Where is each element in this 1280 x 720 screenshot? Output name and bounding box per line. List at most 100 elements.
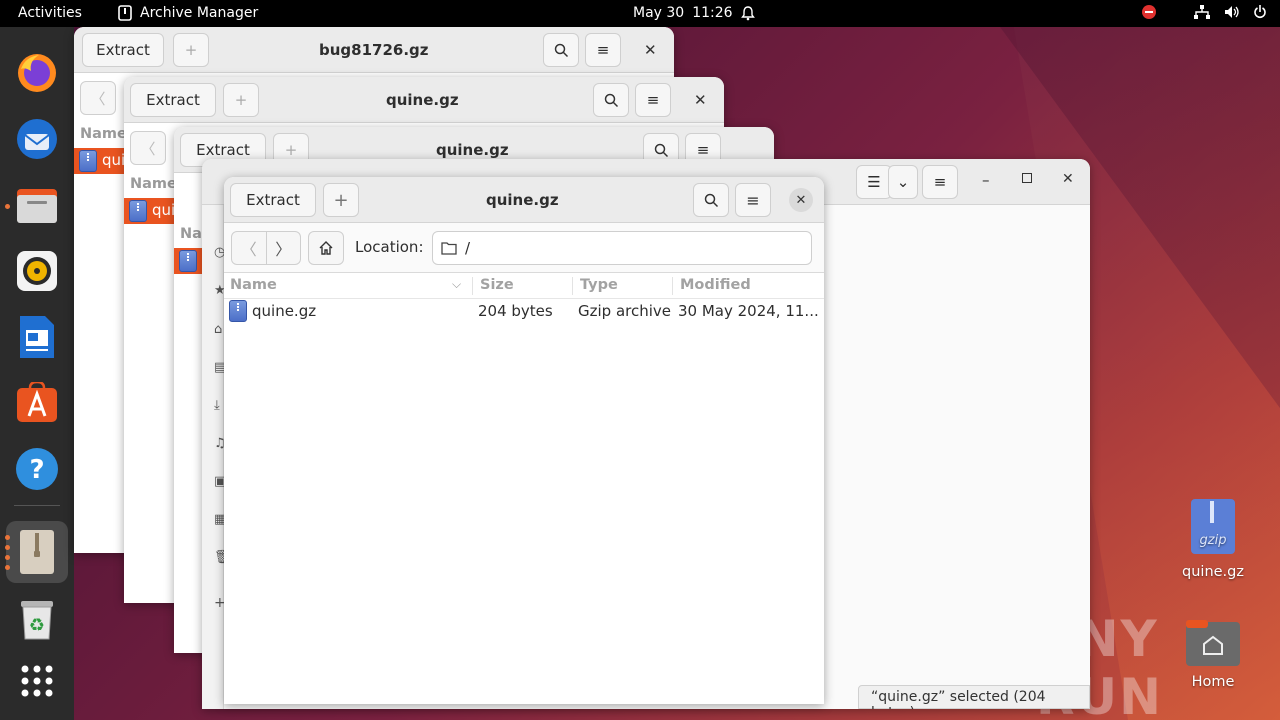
search-icon [704, 193, 718, 207]
row-name: qui [102, 151, 126, 169]
activities-button[interactable]: Activities [18, 5, 82, 21]
close-button[interactable]: ✕ [644, 41, 657, 59]
gzip-file-icon [79, 150, 97, 172]
back-button[interactable]: 〈 [232, 232, 266, 264]
menu-button[interactable]: ≡ [735, 183, 771, 217]
add-button[interactable]: + [223, 83, 259, 117]
row-name: qui [152, 201, 176, 219]
back-button[interactable]: 〈 [80, 81, 116, 115]
search-icon [654, 143, 668, 157]
home-icon [319, 241, 333, 255]
app-menu[interactable]: Archive Manager [118, 5, 258, 21]
maximize-button[interactable] [1022, 173, 1032, 183]
folder-icon [441, 242, 457, 255]
column-name[interactable]: Name [230, 277, 277, 293]
back-button[interactable]: 〈 [130, 131, 166, 165]
rhythmbox-icon[interactable] [13, 247, 61, 295]
clock-date: May 30 [633, 5, 685, 21]
desktop-icon-quine[interactable]: gzip quine.gz [1172, 498, 1254, 580]
column-name[interactable]: Name [80, 126, 127, 142]
clock[interactable]: May 30 11:26 [633, 5, 755, 21]
dock: ? ♻ [0, 27, 74, 720]
extract-button[interactable]: Extract [130, 83, 216, 117]
running-indicator [5, 535, 10, 540]
thunderbird-icon[interactable] [13, 115, 61, 163]
sort-chevron-down-icon[interactable]: ⌵ [452, 277, 461, 292]
search-button[interactable] [543, 33, 579, 67]
header-bar: Extract + quine.gz ≡ ✕ [124, 77, 724, 123]
location-path: / [465, 239, 471, 257]
writer-icon[interactable] [13, 313, 61, 361]
files-icon[interactable] [13, 181, 61, 229]
power-icon[interactable] [1254, 4, 1266, 20]
extract-button[interactable]: Extract [82, 33, 164, 67]
column-name[interactable]: Name [130, 176, 177, 192]
close-button[interactable]: ✕ [789, 188, 813, 212]
network-icon[interactable] [1194, 5, 1210, 19]
gzip-file-icon [229, 300, 247, 322]
recording-icon[interactable] [1142, 5, 1156, 19]
close-button[interactable]: ✕ [694, 91, 707, 109]
home-button[interactable] [308, 231, 344, 265]
add-files-button[interactable]: + [323, 183, 359, 217]
gzip-file-icon: gzip [1191, 499, 1235, 554]
header-bar: Extract + bug81726.gz ≡ ✕ [74, 27, 674, 73]
minimize-button[interactable]: – [982, 171, 990, 189]
system-tray[interactable] [1142, 4, 1266, 20]
menu-button[interactable]: ≡ [585, 33, 621, 67]
running-indicator [5, 555, 10, 560]
help-icon[interactable]: ? [13, 445, 61, 493]
column-name[interactable]: Na [180, 226, 202, 242]
menu-button[interactable]: ≡ [635, 83, 671, 117]
show-apps-icon[interactable] [13, 657, 61, 705]
selected-row[interactable] [174, 248, 204, 274]
archive-manager-icon[interactable] [6, 521, 68, 583]
search-button[interactable] [693, 183, 729, 217]
files-menu-button[interactable]: ≡ [922, 165, 958, 199]
svg-text:♻: ♻ [29, 615, 45, 636]
archive-app-icon [118, 5, 132, 21]
archive-window-main: Extract + quine.gz ≡ ✕ 〈 〉 Location: / N… [224, 177, 824, 704]
row-type: Gzip archive [578, 302, 672, 320]
trash-icon[interactable]: ♻ [13, 595, 61, 643]
column-type[interactable]: Type [580, 277, 618, 293]
files-close-button[interactable]: ✕ [1062, 171, 1074, 187]
volume-icon[interactable] [1224, 5, 1240, 19]
column-size[interactable]: Size [480, 277, 514, 293]
row-size: 204 bytes [478, 302, 553, 320]
row-name: quine.gz [252, 302, 317, 320]
files-sidebar: ◷ ★ ⌂ ▤ ⤓ ♫ ▣ ▦ 🗑 + [202, 205, 231, 709]
table-row[interactable]: quine.gz 204 bytes Gzip archive 30 May 2… [224, 299, 824, 323]
window-title: bug81726.gz [319, 41, 429, 59]
search-icon [604, 93, 618, 107]
top-bar: Activities Archive Manager May 30 11:26 [0, 0, 1280, 27]
running-indicator [5, 204, 10, 209]
row-modified: 30 May 2024, 11... [678, 302, 819, 320]
running-indicator [5, 565, 10, 570]
window-title: quine.gz [436, 141, 509, 159]
search-button[interactable] [593, 83, 629, 117]
navigation-buttons: 〈 〉 [231, 231, 301, 265]
home-icon[interactable]: ⌂ [214, 322, 222, 337]
running-indicator [5, 545, 10, 550]
gzip-file-icon [129, 200, 147, 222]
svg-text:gzip: gzip [1200, 533, 1227, 548]
downloads-icon[interactable]: ⤓ [214, 398, 220, 413]
window-title: quine.gz [386, 91, 459, 109]
column-modified[interactable]: Modified [680, 277, 751, 293]
file-list-header: Name ⌵ Size Type Modified [224, 273, 824, 299]
svg-text:?: ? [29, 455, 44, 485]
gzip-file-icon [179, 250, 197, 272]
app-center-icon[interactable] [13, 379, 61, 427]
window-title: quine.gz [486, 191, 559, 209]
firefox-icon[interactable] [13, 49, 61, 97]
forward-button[interactable]: 〉 [265, 232, 301, 264]
list-view-button[interactable]: ☰ [856, 165, 892, 199]
location-label: Location: [355, 238, 424, 256]
status-bar: “quine.gz” selected (204 bytes) [858, 685, 1090, 709]
add-button[interactable]: + [173, 33, 209, 67]
dock-separator [14, 505, 60, 506]
extract-button[interactable]: Extract [230, 183, 316, 217]
location-field[interactable]: / [432, 231, 812, 265]
view-options-button[interactable]: ⌄ [888, 165, 918, 199]
